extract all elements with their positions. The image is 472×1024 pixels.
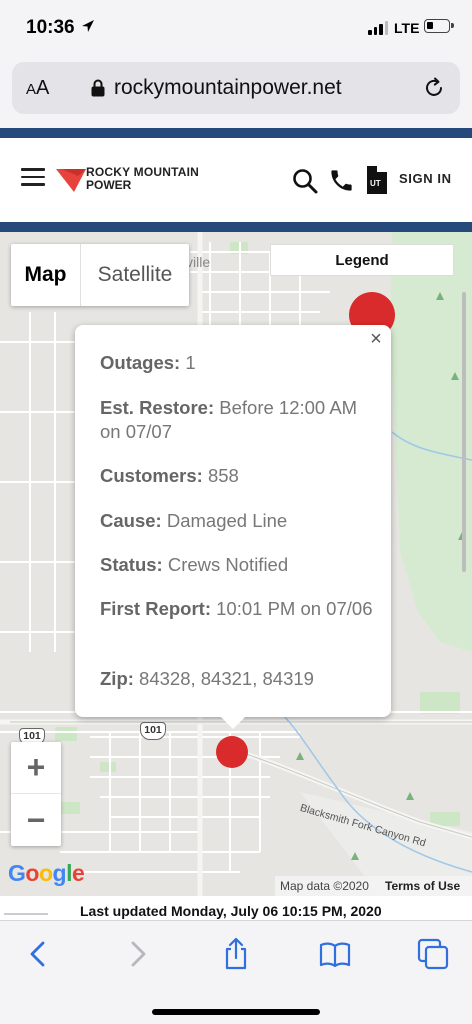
reload-icon[interactable] [422, 76, 446, 100]
search-icon[interactable] [292, 168, 318, 194]
header-top-stripe [0, 128, 472, 138]
terms-of-use-link[interactable]: Terms of Use [385, 879, 460, 893]
home-indicator[interactable] [152, 1009, 320, 1015]
row-label: Outages: [100, 352, 181, 373]
text-size-small: A [26, 81, 37, 98]
screen: 10:36 LTE AA rockymountainpower.net ROCK… [0, 0, 472, 1024]
popup-pointer [221, 717, 245, 729]
legend-button[interactable]: Legend [270, 244, 454, 276]
divider [4, 913, 48, 915]
lock-icon [91, 79, 105, 97]
row-label: First Report: [100, 598, 211, 619]
row-label: Zip: [100, 668, 134, 689]
text-size-big: A [36, 77, 50, 99]
cause-row: Cause: Damaged Line [100, 509, 380, 533]
row-value: Crews Notified [167, 554, 289, 575]
satellite-view-button[interactable]: Satellite [81, 244, 189, 306]
last-updated-text: Last updated Monday, July 06 10:15 PM, 2… [80, 903, 382, 919]
outages-row: Outages: 1 [100, 351, 380, 375]
site-logo[interactable]: ROCKY MOUNTAIN POWER [56, 162, 216, 198]
utah-state-icon[interactable]: UT [366, 165, 388, 195]
village-label: ville [186, 254, 211, 270]
row-value: 84328, 84321, 84319 [139, 668, 314, 689]
google-letter: o [38, 860, 53, 886]
site-header: ROCKY MOUNTAIN POWER UT SIGN IN [0, 138, 472, 222]
row-label: Est. Restore: [100, 397, 215, 418]
map-attribution: Map data ©2020 Terms of Use [275, 876, 472, 896]
menu-icon[interactable] [21, 168, 45, 186]
zoom-control: + − [11, 742, 61, 846]
row-label: Status: [100, 554, 163, 575]
status-time: 10:36 [26, 17, 75, 38]
outage-map[interactable]: ville 101 101 Blacksmith Fork Canyon Rd … [0, 232, 472, 896]
text-size-button[interactable]: AA [26, 77, 49, 100]
back-icon[interactable] [22, 937, 56, 971]
state-label: UT [370, 179, 381, 188]
sign-in-link[interactable]: SIGN IN [399, 171, 452, 186]
row-value: Damaged Line [166, 510, 288, 531]
logo-line2: POWER [86, 178, 132, 192]
row-label: Customers: [100, 465, 203, 486]
zip-row: Zip: 84328, 84321, 84319 [100, 667, 380, 691]
row-value: 1 [185, 352, 196, 373]
zoom-out-button[interactable]: − [11, 794, 61, 846]
logo-line1: ROCKY MOUNTAIN [86, 165, 200, 179]
row-value: 10:01 PM on 07/06 [216, 598, 373, 619]
forward-icon[interactable] [120, 937, 154, 971]
first-report-row: First Report: 10:01 PM on 07/06 [100, 597, 380, 621]
customers-row: Customers: 858 [100, 464, 380, 488]
header-bottom-stripe [0, 222, 472, 232]
outage-marker[interactable] [216, 736, 248, 768]
map-data-credit[interactable]: Map data ©2020 [275, 879, 385, 893]
map-type-control: Map Satellite [11, 244, 189, 306]
status-bar: 10:36 LTE [0, 0, 472, 56]
route-shield: 101 [140, 722, 166, 740]
google-logo: Google [8, 860, 85, 887]
share-icon[interactable] [219, 937, 253, 971]
est-restore-row: Est. Restore: Before 12:00 AM on 07/07 [100, 396, 380, 444]
row-value: 858 [207, 465, 239, 486]
address-bar[interactable]: AA rockymountainpower.net [12, 62, 460, 114]
url-text[interactable]: rockymountainpower.net [114, 76, 342, 100]
last-updated-bar: Last updated Monday, July 06 10:15 PM, 2… [0, 896, 472, 920]
phone-icon[interactable] [328, 167, 355, 194]
google-letter: g [52, 860, 67, 886]
bookmarks-icon[interactable] [318, 937, 352, 971]
outage-info-popup: × Outages: 1 Est. Restore: Before 12:00 … [75, 325, 391, 729]
google-letter: G [8, 860, 26, 886]
browser-toolbar [0, 920, 472, 1024]
browser-chrome: AA rockymountainpower.net [0, 56, 472, 128]
network-type: LTE [394, 20, 420, 36]
tabs-icon[interactable] [416, 937, 450, 971]
status-row: Status: Crews Notified [100, 553, 380, 577]
battery-icon [424, 19, 454, 33]
google-letter: o [25, 860, 39, 886]
location-arrow-icon [82, 20, 94, 32]
map-view-button[interactable]: Map [11, 244, 81, 306]
close-icon[interactable]: × [367, 329, 385, 349]
zoom-in-button[interactable]: + [11, 742, 61, 794]
google-letter: e [71, 860, 85, 886]
row-label: Cause: [100, 510, 162, 531]
signal-icon [368, 21, 388, 35]
